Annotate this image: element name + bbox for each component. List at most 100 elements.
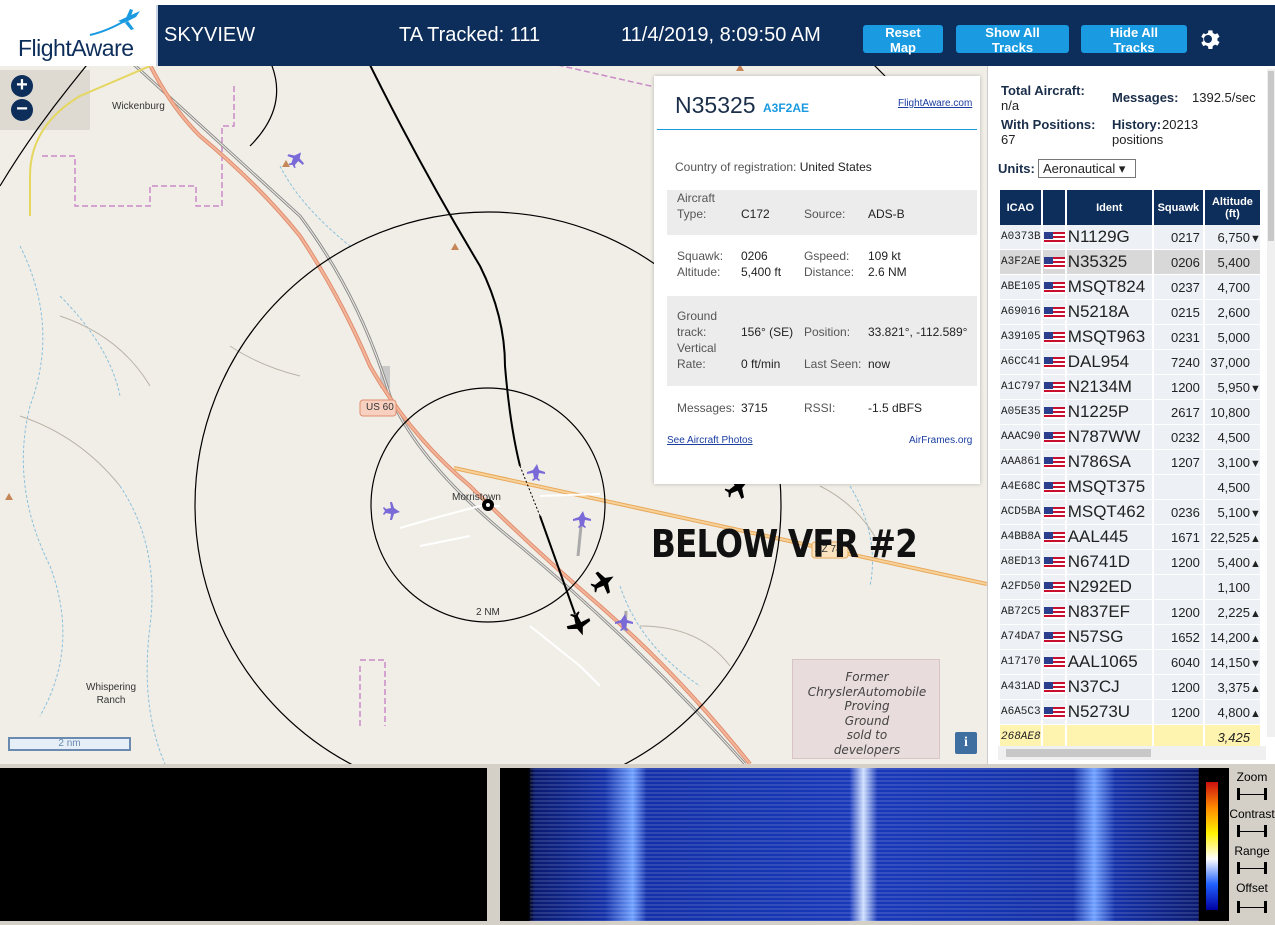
vertical-scroll-thumb[interactable] — [1268, 71, 1274, 241]
table-row[interactable]: A4E68C MSQT375 4,500 — [1000, 475, 1260, 500]
altitude-value: 4,500 — [1217, 479, 1250, 495]
altitude-label: Altitude: — [677, 265, 721, 279]
table-row[interactable]: A8ED13 N6741D 1200 5,400▲ — [1000, 550, 1261, 575]
gspeed-label: Gspeed: — [804, 249, 850, 263]
table-row[interactable]: A39105 MSQT963 0231 5,000 — [1000, 325, 1260, 350]
zoom-out-button[interactable]: − — [11, 99, 33, 121]
zoom-slider[interactable] — [1237, 788, 1267, 800]
col-squawk[interactable]: Squawk — [1153, 190, 1203, 225]
altitude-value: 2,600 — [1217, 304, 1250, 320]
flightaware-link[interactable]: FlightAware.com — [898, 98, 972, 109]
aircraft-type-value: C172 — [741, 207, 770, 221]
aircraft-info-popup: N35325 A3F2AE FlightAware.com Country of… — [654, 76, 980, 484]
us-flag-icon — [1043, 682, 1065, 695]
history-label: History: — [1112, 117, 1162, 132]
table-row[interactable]: A1C797 N2134M 1200 5,950▼ — [1000, 375, 1261, 400]
table-row[interactable]: ACD5BA MSQT462 0236 5,100▼ — [1000, 500, 1261, 525]
table-row[interactable]: A6A5C3 N5273U 1200 4,800▲ — [1000, 700, 1261, 725]
cell-icao: A1C797 — [1000, 375, 1041, 400]
cell-flag — [1042, 250, 1065, 275]
cell-altitude: 5,100▼ — [1204, 500, 1261, 525]
altitude-trend-icon: ▲ — [1250, 682, 1261, 695]
cell-flag — [1042, 350, 1065, 375]
cell-squawk: 0232 — [1153, 425, 1203, 450]
cell-altitude: 5,000 — [1204, 325, 1260, 350]
cell-flag — [1042, 700, 1065, 725]
aircraft-list-panel: Total Aircraft: n/a Messages: 1392.5/sec… — [987, 66, 1275, 764]
col-ident[interactable]: Ident — [1066, 190, 1152, 225]
zoom-in-button[interactable]: + — [11, 75, 33, 97]
us-flag-icon — [1043, 307, 1065, 320]
horizontal-scroll-thumb[interactable] — [1006, 749, 1151, 757]
altitude-value: 4,800 — [1217, 704, 1250, 720]
us-flag-icon — [1043, 582, 1065, 595]
table-row[interactable]: AAA861 N786SA 1207 3,100▼ — [1000, 450, 1261, 475]
col-icao[interactable]: ICAO — [1000, 190, 1041, 225]
offset-slider[interactable] — [1237, 901, 1267, 913]
reset-map-button[interactable]: Reset Map — [863, 25, 943, 55]
col-altitude[interactable]: Altitude (ft) — [1204, 190, 1260, 225]
table-row[interactable]: A3F2AE N35325 0206 5,400 — [1000, 250, 1260, 275]
cell-flag — [1042, 675, 1065, 700]
col-flag[interactable] — [1042, 190, 1065, 225]
altitude-value: 5,950 — [1217, 379, 1250, 395]
ta-tracked-count: TA Tracked: 111 — [399, 24, 541, 46]
horizontal-scrollbar[interactable] — [998, 746, 1266, 760]
hide-all-tracks-button[interactable]: Hide All Tracks — [1081, 25, 1187, 55]
popup-band-messages: Messages: 3715 RSSI: -1.5 dBFS — [667, 400, 977, 420]
flightaware-logo[interactable]: FlightAware — [0, 5, 158, 66]
cell-icao: A74DA7 — [1000, 625, 1041, 650]
logo-wordmark: FlightAware — [18, 35, 134, 61]
table-row[interactable]: A05E35 N1225P 2617 10,800 — [1000, 400, 1260, 425]
units-select[interactable]: Aeronautical ▾ — [1038, 159, 1136, 178]
table-row[interactable]: A431AD N37CJ 1200 3,375▲ — [1000, 675, 1261, 700]
popup-ident: N35325 — [675, 92, 756, 118]
altitude-value: 5,400 — [1217, 554, 1250, 570]
cell-altitude: 2,600 — [1204, 300, 1260, 325]
table-row[interactable]: ABE105 MSQT824 0237 4,700 — [1000, 275, 1260, 300]
vertical-scrollbar[interactable] — [1267, 69, 1275, 737]
table-row[interactable]: A2FD50 N292ED 1,100 — [1000, 575, 1260, 600]
cell-ident: MSQT824 — [1066, 275, 1152, 300]
rssi-label: RSSI: — [804, 401, 836, 415]
table-row[interactable]: A4BB8A AAL445 1671 22,525▲ — [1000, 525, 1261, 550]
cell-squawk: 2617 — [1153, 400, 1203, 425]
cell-squawk: 0217 — [1153, 225, 1203, 250]
vertical-rate-value: 0 ft/min — [741, 357, 781, 371]
table-row[interactable]: AAAC90 N787WW 0232 4,500 — [1000, 425, 1260, 450]
table-row[interactable]: A17170 AAL1065 6040 14,150▼ — [1000, 650, 1261, 675]
airframes-link[interactable]: AirFrames.org — [909, 435, 972, 446]
table-row[interactable]: A69016 N5218A 0215 2,600 — [1000, 300, 1260, 325]
us-flag-icon — [1043, 382, 1065, 395]
range-slider[interactable] — [1237, 862, 1267, 874]
us-flag-icon — [1043, 232, 1065, 245]
town-label-morristown: Morristown — [452, 492, 501, 503]
table-row[interactable]: AB72C5 N837EF 1200 2,225▲ — [1000, 600, 1261, 625]
cell-ident: N57SG — [1066, 625, 1152, 650]
cell-ident: DAL954 — [1066, 350, 1152, 375]
show-all-tracks-button[interactable]: Show All Tracks — [956, 25, 1069, 55]
cell-altitude: 4,700 — [1204, 275, 1260, 300]
gspeed-value: 109 kt — [868, 249, 901, 263]
table-row[interactable]: A74DA7 N57SG 1652 14,200▲ — [1000, 625, 1261, 650]
total-aircraft-label: Total Aircraft: — [1001, 83, 1085, 98]
us-flag-icon — [1043, 357, 1065, 370]
map-info-button[interactable]: i — [955, 732, 977, 754]
cell-flag — [1042, 225, 1065, 250]
table-row[interactable]: A6CC41 DAL954 7240 37,000 — [1000, 350, 1260, 375]
table-row[interactable]: A0373B N1129G 0217 6,750▼ — [1000, 225, 1261, 250]
gear-icon[interactable] — [1198, 28, 1222, 52]
altitude-value: 5,000 — [1217, 329, 1250, 345]
altitude-value: 5,100 — [1217, 504, 1250, 520]
cell-squawk: 7240 — [1153, 350, 1203, 375]
cell-flag — [1042, 625, 1065, 650]
aircraft-table-body: A0373B N1129G 0217 6,750▼ A3F2AE N35325 0206 5,… — [1000, 225, 1261, 750]
blank-display — [0, 768, 487, 921]
contrast-slider[interactable] — [1237, 825, 1267, 837]
cell-squawk — [1153, 475, 1203, 500]
cell-ident: N1129G — [1066, 225, 1152, 250]
see-aircraft-photos-link[interactable]: See Aircraft Photos — [667, 435, 753, 446]
cell-icao: A6A5C3 — [1000, 700, 1041, 725]
popup-band-type: Aircraft Type: C172 Source: ADS-B — [667, 190, 977, 235]
distance-label: Distance: — [804, 265, 855, 279]
